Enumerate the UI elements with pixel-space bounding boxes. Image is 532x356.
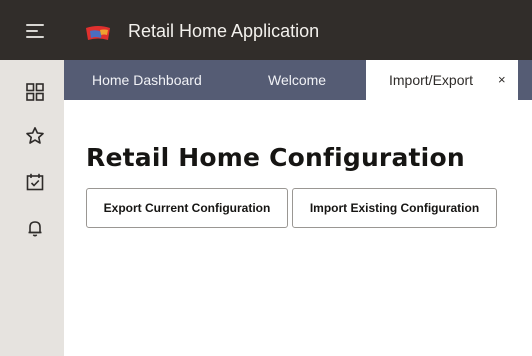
close-icon[interactable]: × (498, 60, 506, 100)
tab-bar: Home Dashboard Welcome Import/Export × (64, 60, 532, 100)
export-configuration-button[interactable]: Export Current Configuration (86, 188, 288, 228)
tab-welcome[interactable]: Welcome (268, 60, 326, 100)
bell-icon[interactable] (25, 218, 45, 238)
tab-home-dashboard[interactable]: Home Dashboard (92, 60, 202, 100)
import-configuration-button[interactable]: Import Existing Configuration (292, 188, 497, 228)
star-icon[interactable] (25, 126, 45, 146)
tab-import-export[interactable]: Import/Export × (366, 60, 518, 100)
hamburger-menu-icon[interactable] (26, 24, 44, 38)
grid-icon[interactable] (25, 82, 45, 102)
app-header: Retail Home Application (0, 0, 532, 60)
sidebar (0, 60, 64, 356)
app-logo-icon (84, 25, 112, 41)
tab-label: Import/Export (389, 72, 474, 88)
calendar-check-icon[interactable] (25, 172, 45, 192)
page-title: Retail Home Configuration (86, 143, 465, 172)
app-title: Retail Home Application (128, 21, 320, 41)
